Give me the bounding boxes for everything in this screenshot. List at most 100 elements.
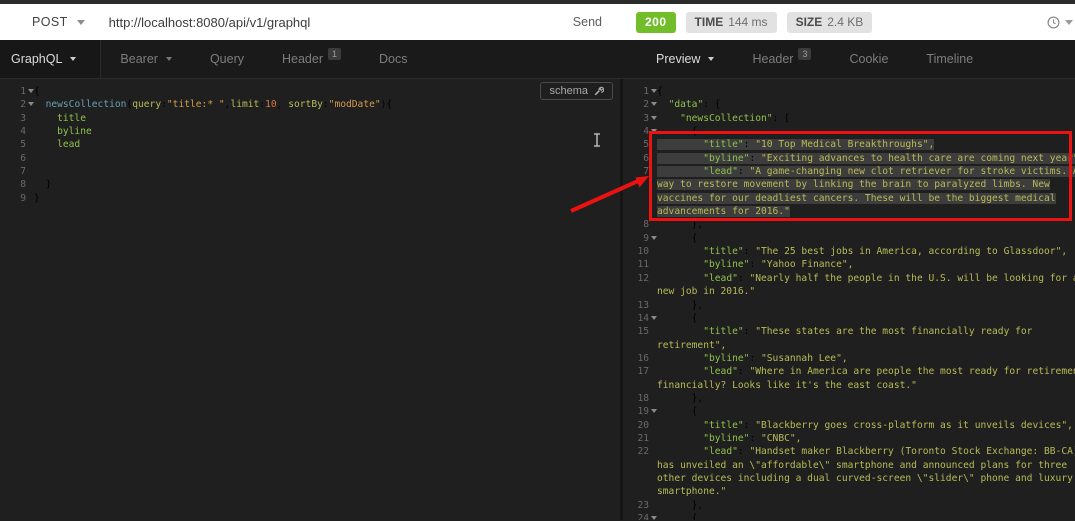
code-line[interactable]: 23 }, xyxy=(623,499,1075,512)
token: "byline" xyxy=(703,353,749,364)
code-line[interactable]: 8 }, xyxy=(623,218,1075,231)
code-line[interactable]: 15 "title": "These states are the most f… xyxy=(623,325,1075,338)
code-line[interactable]: 18 }, xyxy=(623,392,1075,405)
fold-slot xyxy=(26,125,34,138)
fold-arrow-icon[interactable] xyxy=(26,85,34,98)
tab-request-header[interactable]: Header1 xyxy=(263,40,360,78)
code-line[interactable]: 13 }, xyxy=(623,299,1075,312)
code-line[interactable]: 20 "title": "Blackberry goes cross-platf… xyxy=(623,419,1075,432)
code-line[interactable]: 21 "byline": "CNBC", xyxy=(623,432,1075,445)
code-line[interactable]: 7 "lead": "A game-changing new clot retr… xyxy=(623,165,1075,178)
fold-arrow-icon[interactable] xyxy=(649,312,657,325)
code-line[interactable]: 5 "title": "10 Top Medical Breakthroughs… xyxy=(623,138,1075,151)
fold-arrow-icon[interactable] xyxy=(649,98,657,111)
line-number: 10 xyxy=(623,245,649,258)
code-line[interactable]: 3 "newsCollection": [ xyxy=(623,112,1075,125)
fold-arrow-icon[interactable] xyxy=(26,98,34,111)
tab-graphql[interactable]: GraphQL xyxy=(0,40,101,78)
code-line[interactable]: 7 xyxy=(0,165,620,178)
token: "A game-changing new clot retriever for … xyxy=(749,166,1075,177)
send-button[interactable]: Send xyxy=(573,15,602,29)
code-line[interactable]: 3 title xyxy=(0,112,620,125)
fold-arrow-icon[interactable] xyxy=(649,85,657,98)
fold-arrow-icon[interactable] xyxy=(649,405,657,418)
code-text: "newsCollection": [ xyxy=(657,112,1075,125)
fold-slot xyxy=(649,392,657,405)
code-line[interactable]: 2 newsCollection(query:"title:* ",limit:… xyxy=(0,98,620,111)
token: "lead" xyxy=(703,446,738,457)
code-text: } xyxy=(34,192,620,205)
code-line[interactable]: 24 { xyxy=(623,512,1075,520)
code-line[interactable]: 5 lead xyxy=(0,138,620,151)
code-text: { xyxy=(657,405,1075,418)
code-line[interactable]: 9} xyxy=(0,192,620,205)
method-dropdown[interactable]: POST xyxy=(32,15,85,29)
line-number: 6 xyxy=(623,152,649,165)
tab-bearer[interactable]: Bearer xyxy=(101,40,191,78)
fold-arrow-icon[interactable] xyxy=(649,112,657,125)
tab-query[interactable]: Query xyxy=(191,40,263,78)
fold-arrow-icon[interactable] xyxy=(649,512,657,520)
token: : xyxy=(738,273,750,284)
token: }, xyxy=(692,300,704,311)
fold-slot xyxy=(26,152,34,165)
code-line[interactable]: 8 } xyxy=(0,178,620,191)
url-input[interactable]: http://localhost:8080/api/v1/graphql xyxy=(109,15,311,30)
line-number: 4 xyxy=(623,125,649,138)
code-line[interactable]: 16 "byline": "Susannah Lee", xyxy=(623,352,1075,365)
tab-timeline[interactable]: Timeline xyxy=(907,40,992,78)
code-line[interactable]: 12 "lead": "Nearly half the people in th… xyxy=(623,272,1075,285)
code-line[interactable]: financially? Looks like it's the east co… xyxy=(623,379,1075,392)
fold-arrow-icon[interactable] xyxy=(649,125,657,138)
code-text: new job in 2016." xyxy=(657,285,1075,298)
token: { xyxy=(692,313,698,324)
code-line[interactable]: has unveiled an \"affordable\" smartphon… xyxy=(623,459,1075,472)
code-text xyxy=(34,165,620,178)
code-line[interactable]: 9 { xyxy=(623,232,1075,245)
token: , xyxy=(277,99,289,110)
code-line[interactable]: 17 "lead": "Where in America are people … xyxy=(623,365,1075,378)
code-line[interactable]: vaccines for our deadliest cancers. Thes… xyxy=(623,192,1075,205)
fold-slot xyxy=(649,138,657,151)
history-dropdown[interactable] xyxy=(1047,16,1073,29)
code-line[interactable]: retirement", xyxy=(623,339,1075,352)
code-line[interactable]: way to restore movement by linking the b… xyxy=(623,178,1075,191)
code-line[interactable]: 2 "data": { xyxy=(623,98,1075,111)
token: query xyxy=(132,99,161,110)
code-line[interactable]: 19 { xyxy=(623,405,1075,418)
code-text: "lead": "Handset maker Blackberry (Toron… xyxy=(657,445,1075,458)
tab-response-header[interactable]: Header3 xyxy=(733,40,830,78)
code-line[interactable]: other devices including a dual curved-sc… xyxy=(623,472,1075,485)
code-line[interactable]: 1{ xyxy=(0,85,620,98)
code-text: financially? Looks like it's the east co… xyxy=(657,379,1075,392)
tab-docs[interactable]: Docs xyxy=(360,40,426,78)
token: { xyxy=(715,99,721,110)
code-line[interactable]: 22 "lead": "Handset maker Blackberry (To… xyxy=(623,445,1075,458)
tab-cookie[interactable]: Cookie xyxy=(830,40,907,78)
token: }, xyxy=(692,219,704,230)
graphql-query-editor[interactable]: 1{2 newsCollection(query:"title:* ",limi… xyxy=(0,85,620,205)
code-line[interactable]: 4 byline xyxy=(0,125,620,138)
code-line[interactable]: advancements for 2016." xyxy=(623,205,1075,218)
code-line[interactable]: 1{ xyxy=(623,85,1075,98)
code-text: way to restore movement by linking the b… xyxy=(657,178,1075,191)
response-preview-editor[interactable]: 1{2 "data": {3 "newsCollection": [4 {5 "… xyxy=(623,85,1075,520)
code-line[interactable]: 11 "byline": "Yahoo Finance", xyxy=(623,258,1075,271)
code-line[interactable]: 4 { xyxy=(623,125,1075,138)
line-number: 22 xyxy=(623,445,649,458)
line-number: 9 xyxy=(0,192,26,205)
code-text: advancements for 2016." xyxy=(657,205,1075,218)
code-line[interactable]: 10 "title": "The 25 best jobs in America… xyxy=(623,245,1075,258)
code-line[interactable]: new job in 2016." xyxy=(623,285,1075,298)
schema-button[interactable]: schema xyxy=(540,82,613,100)
code-line[interactable]: smartphone." xyxy=(623,485,1075,498)
fold-slot xyxy=(26,112,34,125)
fold-arrow-icon[interactable] xyxy=(649,232,657,245)
code-line[interactable]: 14 { xyxy=(623,312,1075,325)
fold-slot xyxy=(26,178,34,191)
code-text: "title": "The 25 best jobs in America, a… xyxy=(657,245,1075,258)
tab-preview[interactable]: Preview xyxy=(637,40,733,78)
code-line[interactable]: 6 "byline": "Exciting advances to health… xyxy=(623,152,1075,165)
line-number: 5 xyxy=(623,138,649,151)
code-line[interactable]: 6 xyxy=(0,152,620,165)
